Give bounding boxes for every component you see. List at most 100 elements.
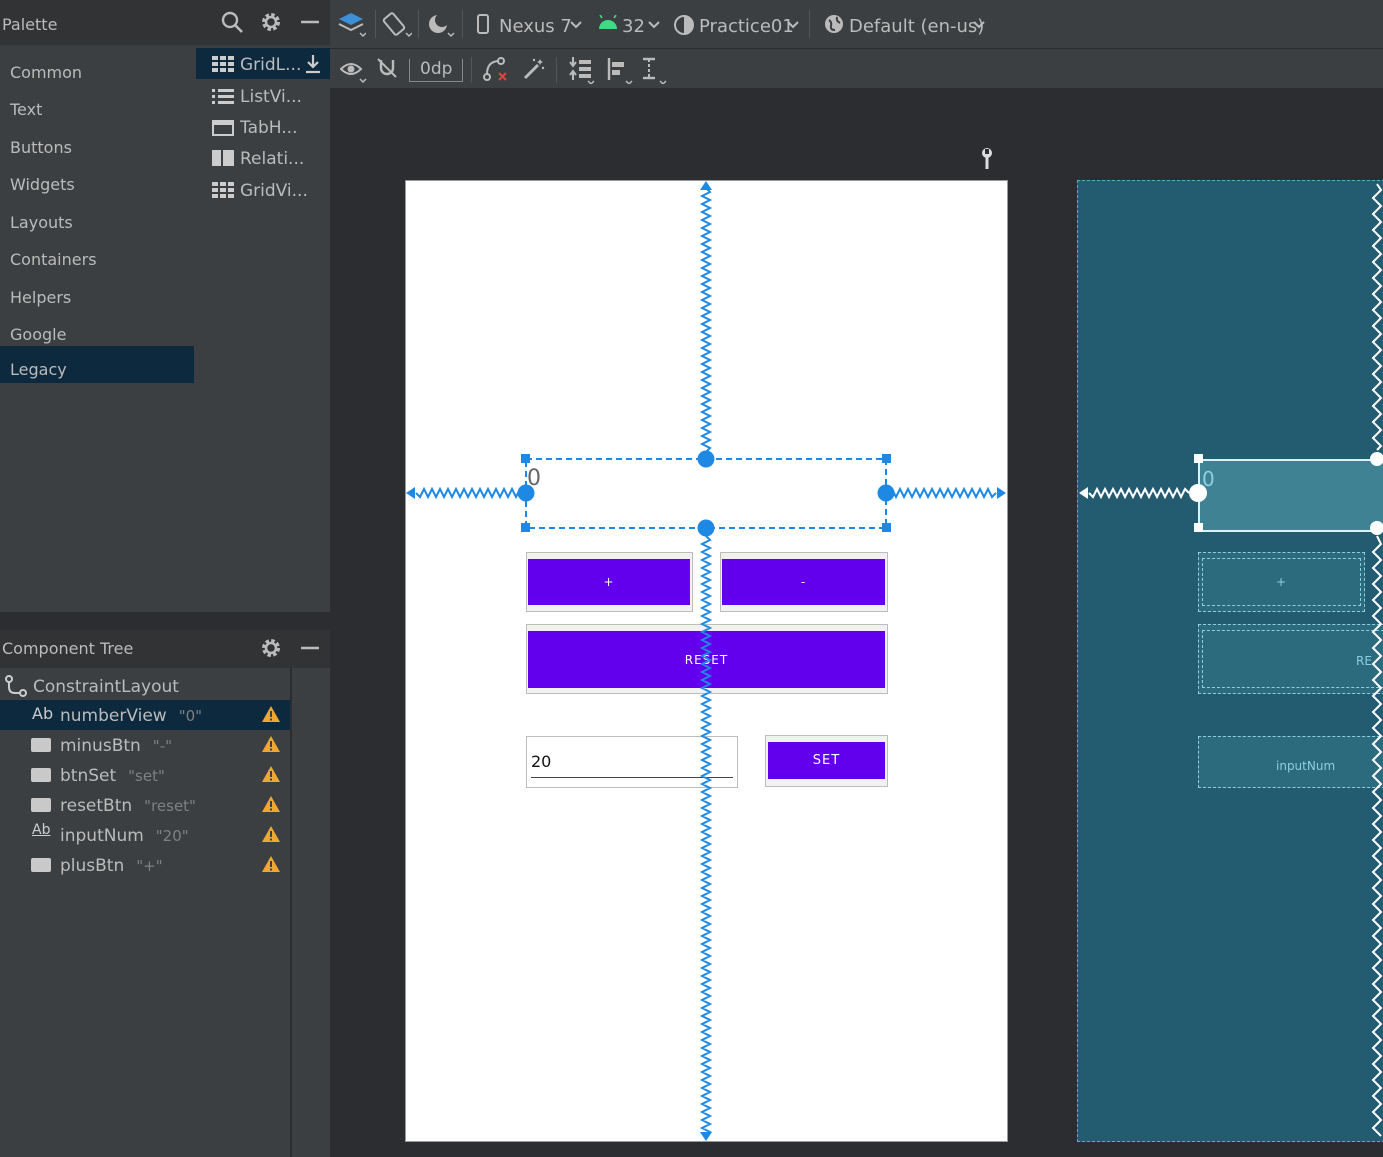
tree-node-value: "reset" bbox=[144, 797, 196, 815]
blueprint-anchor-top bbox=[1370, 452, 1383, 466]
blueprint-resize-handle bbox=[1194, 454, 1203, 463]
category-label: Widgets bbox=[10, 175, 75, 194]
chevron-down-icon[interactable] bbox=[973, 20, 985, 30]
device-selector[interactable]: Nexus 7 bbox=[499, 16, 572, 37]
globe-icon[interactable] bbox=[823, 13, 845, 35]
list-icon bbox=[212, 89, 234, 104]
resize-handle bbox=[521, 454, 530, 463]
design-surface-icon[interactable] bbox=[338, 11, 366, 39]
palette-item-listview[interactable]: ListVi... bbox=[196, 80, 330, 111]
anchor-top bbox=[697, 450, 715, 468]
tree-node-plusbtn[interactable]: plusBtn "+" bbox=[0, 850, 290, 880]
category-common[interactable]: Common bbox=[0, 50, 194, 87]
locale-selector[interactable]: Default (en-us) bbox=[849, 16, 984, 37]
warning-icon[interactable] bbox=[261, 765, 281, 783]
category-helpers[interactable]: Helpers bbox=[0, 275, 194, 312]
android-icon[interactable] bbox=[597, 15, 619, 31]
infer-constraints-icon[interactable] bbox=[522, 57, 546, 81]
constraint-right bbox=[887, 486, 997, 500]
button-icon bbox=[31, 858, 51, 872]
wrench-icon[interactable] bbox=[978, 147, 996, 171]
gear-icon[interactable] bbox=[259, 636, 283, 660]
tab-icon bbox=[212, 120, 234, 136]
palette-item-relativelayout[interactable]: Relati... bbox=[196, 142, 330, 173]
orientation-icon[interactable] bbox=[382, 11, 412, 39]
download-icon[interactable] bbox=[304, 54, 322, 74]
warning-icon[interactable] bbox=[261, 735, 281, 753]
blueprint-resize-handle bbox=[1194, 523, 1203, 532]
theme-selector[interactable]: Practice01 bbox=[699, 16, 794, 37]
warning-icon[interactable] bbox=[261, 825, 281, 843]
api-level-selector[interactable]: 32 bbox=[622, 16, 645, 37]
view-options-icon[interactable] bbox=[340, 59, 368, 83]
palette-item-tabhost[interactable]: TabH... bbox=[196, 111, 330, 142]
default-margin-field[interactable]: 0dp bbox=[409, 59, 463, 82]
theme-icon[interactable] bbox=[673, 14, 695, 36]
minimize-icon[interactable] bbox=[298, 636, 322, 660]
align-icon[interactable] bbox=[606, 56, 634, 84]
constraint-arrow-top bbox=[700, 181, 712, 190]
warning-icon[interactable] bbox=[261, 795, 281, 813]
category-google[interactable]: Google bbox=[0, 312, 194, 349]
panel-splitter[interactable] bbox=[0, 612, 330, 630]
minimize-icon[interactable] bbox=[298, 10, 322, 34]
palette-item-label: GridL... bbox=[240, 55, 302, 75]
tree-root[interactable]: ConstraintLayout bbox=[0, 671, 290, 701]
button-icon bbox=[31, 798, 51, 812]
night-mode-icon[interactable] bbox=[426, 11, 456, 39]
anchor-bottom bbox=[697, 519, 715, 537]
component-tree-header: Component Tree bbox=[0, 630, 330, 668]
autoconnect-off-icon[interactable] bbox=[376, 57, 398, 81]
warning-icon[interactable] bbox=[261, 705, 281, 723]
search-icon[interactable] bbox=[220, 10, 244, 34]
tree-node-minusbtn[interactable]: minusBtn "-" bbox=[0, 730, 290, 760]
device-icon[interactable] bbox=[476, 13, 490, 35]
constraint-left bbox=[415, 486, 525, 500]
tree-node-btnset[interactable]: btnSet "set" bbox=[0, 760, 290, 790]
category-label: Google bbox=[10, 325, 67, 344]
component-tree-title: Component Tree bbox=[2, 639, 134, 658]
toolbar-separator bbox=[462, 10, 463, 38]
category-label: Buttons bbox=[10, 138, 72, 157]
warning-icon[interactable] bbox=[261, 855, 281, 873]
resize-handle bbox=[882, 454, 891, 463]
category-buttons[interactable]: Buttons bbox=[0, 125, 194, 162]
number-view-selection bbox=[525, 458, 887, 529]
blueprint-constraint-left bbox=[1088, 486, 1190, 500]
category-label: Common bbox=[10, 63, 83, 82]
palette-item-label: GridVi... bbox=[240, 181, 308, 201]
edittext-icon: Ab bbox=[32, 822, 51, 838]
category-widgets[interactable]: Widgets bbox=[0, 162, 194, 199]
palette-item-gridlayout[interactable]: GridL... bbox=[196, 48, 330, 79]
gear-icon[interactable] bbox=[259, 10, 283, 34]
tree-node-name: minusBtn bbox=[60, 736, 141, 756]
constraint-arrow-right bbox=[997, 487, 1006, 499]
constraint-layout-icon bbox=[5, 675, 27, 697]
textview-icon: Ab bbox=[32, 704, 54, 723]
guidelines-icon[interactable] bbox=[640, 56, 668, 84]
palette-item-gridview[interactable]: GridVi... bbox=[196, 174, 330, 205]
tree-node-inputnum[interactable]: Ab inputNum "20" bbox=[0, 820, 290, 850]
palette-item-label: ListVi... bbox=[240, 87, 302, 107]
category-legacy[interactable]: Legacy bbox=[0, 346, 194, 383]
tree-node-resetbtn[interactable]: resetBtn "reset" bbox=[0, 790, 290, 820]
chevron-down-icon[interactable] bbox=[648, 20, 660, 30]
tree-divider[interactable] bbox=[290, 668, 292, 1157]
category-layouts[interactable]: Layouts bbox=[0, 200, 194, 237]
clear-constraints-icon[interactable] bbox=[482, 57, 510, 83]
toolbar-separator bbox=[809, 10, 810, 38]
constraint-overlay bbox=[406, 181, 1006, 1141]
chevron-down-icon[interactable] bbox=[570, 20, 582, 30]
chevron-down-icon[interactable] bbox=[787, 20, 799, 30]
button-icon bbox=[31, 768, 51, 782]
grid-icon bbox=[212, 182, 234, 198]
tree-node-name: resetBtn bbox=[60, 796, 133, 816]
tree-node-name: plusBtn bbox=[60, 856, 125, 876]
category-containers[interactable]: Containers bbox=[0, 237, 194, 274]
layout-toolbar: 0dp bbox=[330, 48, 1383, 89]
tree-node-numberview[interactable]: Ab numberView "0" bbox=[0, 700, 290, 730]
resize-handle bbox=[521, 523, 530, 532]
toolbar-separator bbox=[418, 10, 419, 38]
category-text[interactable]: Text bbox=[0, 87, 194, 124]
pack-icon[interactable] bbox=[568, 56, 596, 84]
